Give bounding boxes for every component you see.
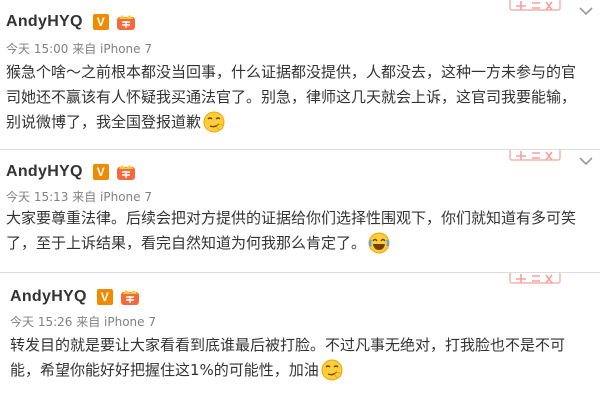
post-content: 转发目的就是要让大家看看到底谁最后被打脸。不过凡事无绝对，打我脸也不是不可能，希… xyxy=(10,333,584,383)
laugh-tears-emoji-icon xyxy=(368,232,390,254)
verified-badge[interactable]: V xyxy=(96,289,113,305)
member-crown-icon[interactable] xyxy=(115,13,137,31)
weibo-post-2: AndyHYQ V 今天 15:13 来自 iPhone 7 大家要尊重法律。后… xyxy=(0,150,600,273)
post-text: 大家要尊重法律。后续会把对方提供的证据给你们选择性围观下，你们就知道有多可笑了，… xyxy=(6,209,577,252)
chevron-down-icon[interactable] xyxy=(578,156,594,166)
smirk-emoji-icon xyxy=(321,359,343,381)
verified-badge[interactable]: V xyxy=(92,14,109,30)
post-text: 猴急个啥～之前根本都没当回事，什么证据都没提供，人都没去，这种一方未参与的官司她… xyxy=(6,63,577,131)
post-meta[interactable]: 今天 15:00 来自 iPhone 7 xyxy=(6,40,152,57)
author-name[interactable]: AndyHYQ xyxy=(6,13,83,31)
post-meta[interactable]: 今天 15:26 来自 iPhone 7 xyxy=(10,313,156,330)
author-name[interactable]: AndyHYQ xyxy=(6,163,83,181)
post-content: 大家要尊重法律。后续会把对方提供的证据给你们选择性围观下，你们就知道有多可笑了，… xyxy=(6,206,584,256)
post-header: AndyHYQ V xyxy=(6,10,137,34)
post-header: AndyHYQ V xyxy=(6,160,137,184)
post-header: AndyHYQ V xyxy=(10,285,141,309)
post-text: 转发目的就是要让大家看看到底谁最后被打脸。不过凡事无绝对，打我脸也不是不可能，希… xyxy=(10,336,566,379)
watermark-stamp xyxy=(508,0,562,14)
weibo-post-1: AndyHYQ V 今天 15:00 来自 iPhone 7 猴急个啥～之前根本… xyxy=(0,0,600,150)
member-crown-icon[interactable] xyxy=(115,163,137,181)
member-crown-icon[interactable] xyxy=(119,288,141,306)
weibo-feed: AndyHYQ V 今天 15:00 来自 iPhone 7 猴急个啥～之前根本… xyxy=(0,0,600,402)
post-content: 猴急个啥～之前根本都没当回事，什么证据都没提供，人都没去，这种一方未参与的官司她… xyxy=(6,60,584,135)
post-meta[interactable]: 今天 15:13 来自 iPhone 7 xyxy=(6,188,152,205)
smirk-emoji-icon xyxy=(203,111,225,133)
watermark-stamp xyxy=(508,273,562,287)
verified-badge[interactable]: V xyxy=(92,164,109,180)
author-name[interactable]: AndyHYQ xyxy=(10,288,87,306)
weibo-post-3: AndyHYQ V 今天 15:26 来自 iPhone 7 转发目的就是要让大… xyxy=(0,273,600,402)
watermark-stamp xyxy=(508,150,562,164)
chevron-down-icon[interactable] xyxy=(578,6,594,16)
